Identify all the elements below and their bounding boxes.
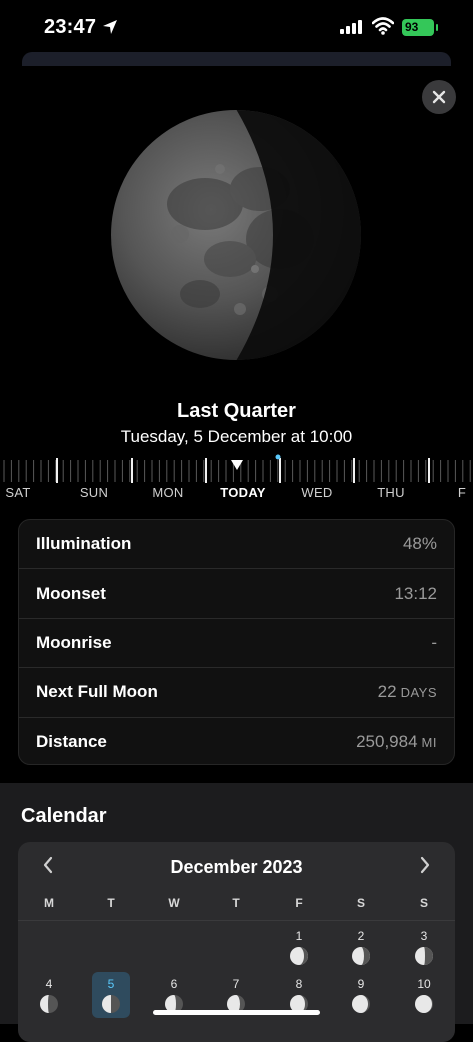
- stat-row-next-full-moon: Next Full Moon 22 DAYS: [19, 668, 454, 718]
- calendar-divider: [18, 920, 455, 921]
- status-bar: 23:47 93: [0, 0, 473, 56]
- weekday-mon: M: [44, 896, 54, 910]
- calendar-month-title: December 2023: [170, 857, 303, 877]
- stat-value: 250,984: [356, 732, 418, 752]
- timeline-current-marker-icon: [231, 460, 243, 470]
- stat-label: Moonset: [36, 583, 106, 603]
- stat-unit: MI: [421, 735, 437, 751]
- weekday-tue: T: [107, 896, 115, 910]
- stat-label: Distance: [36, 732, 107, 752]
- day-timeline-scrubber[interactable]: SAT SUN MON TODAY WED THU F: [0, 454, 473, 504]
- location-arrow-icon: [103, 20, 117, 34]
- day-number: 2: [357, 929, 365, 943]
- stat-row-illumination: Illumination 48%: [19, 520, 454, 570]
- stat-label: Illumination: [36, 534, 132, 554]
- weekday-thu: T: [232, 896, 240, 910]
- day-number: 4: [45, 977, 53, 991]
- moon-phase-icon: [102, 995, 120, 1013]
- stat-value: 48%: [402, 534, 437, 554]
- moon-image: [111, 110, 361, 360]
- battery-cap: [436, 24, 438, 31]
- calendar-day-4[interactable]: 4: [30, 972, 68, 1018]
- stat-label: Next Full Moon: [36, 682, 158, 702]
- battery-icon: 93: [402, 19, 434, 36]
- battery-level: 93: [405, 20, 419, 34]
- day-number: 5: [107, 977, 115, 991]
- stat-value: 13:12: [394, 583, 437, 603]
- stat-row-distance: Distance 250,984 MI: [19, 718, 454, 767]
- day-number: 9: [357, 977, 365, 991]
- background-card-edge: [22, 52, 451, 66]
- calendar-day-5-selected[interactable]: 5: [92, 972, 130, 1018]
- moon-phase-icon: [352, 947, 370, 965]
- wifi-icon: [372, 17, 394, 35]
- calendar-day-9[interactable]: 9: [342, 972, 380, 1018]
- stat-value: -: [431, 632, 437, 652]
- moon-phase-icon: [40, 995, 58, 1013]
- calendar-day-3[interactable]: 3: [405, 924, 443, 970]
- timeline-day-thu[interactable]: THU: [377, 485, 405, 500]
- calendar-day-2[interactable]: 2: [342, 924, 380, 970]
- stat-value: 22: [377, 682, 397, 702]
- timeline-day-today[interactable]: TODAY: [220, 485, 266, 500]
- calendar-heading: Calendar: [21, 805, 107, 827]
- close-icon: [432, 90, 446, 104]
- previous-month-chevron-icon[interactable]: [42, 855, 54, 875]
- day-number: 6: [170, 977, 178, 991]
- day-number: 1: [295, 929, 303, 943]
- close-button[interactable]: [422, 80, 456, 114]
- weekday-wed: W: [168, 896, 180, 910]
- next-month-chevron-icon[interactable]: [419, 855, 431, 875]
- weekday-fri: F: [295, 896, 303, 910]
- stat-unit: DAYS: [400, 685, 437, 701]
- day-number: 8: [295, 977, 303, 991]
- timeline-day-fri[interactable]: F: [458, 485, 466, 500]
- weekday-sun: S: [419, 896, 429, 910]
- stat-label: Moonrise: [36, 632, 112, 652]
- timeline-day-mon[interactable]: MON: [152, 485, 183, 500]
- day-number: 7: [232, 977, 240, 991]
- phase-name: Last Quarter: [177, 400, 296, 422]
- timeline-day-sat[interactable]: SAT: [5, 485, 30, 500]
- moon-phase-icon: [290, 947, 308, 965]
- calendar-day-1[interactable]: 1: [280, 924, 318, 970]
- calendar-section: Calendar December 2023 M T W T F S S 1 2…: [0, 783, 473, 1042]
- timeline-day-sun[interactable]: SUN: [80, 485, 108, 500]
- timeline-event-dot-icon: [275, 454, 281, 460]
- stat-row-moonset: Moonset 13:12: [19, 569, 454, 619]
- status-time: 23:47: [44, 16, 97, 38]
- phase-date-time: Tuesday, 5 December at 10:00: [120, 427, 353, 446]
- moon-stats-card: Illumination 48% Moonset 13:12 Moonrise …: [18, 519, 455, 765]
- day-number: 10: [417, 977, 431, 991]
- calendar-day-10[interactable]: 10: [405, 972, 443, 1018]
- moon-phase-icon: [415, 995, 433, 1013]
- cellular-signal-icon: [340, 20, 362, 34]
- moon-phase-icon: [415, 947, 433, 965]
- day-number: 3: [420, 929, 428, 943]
- home-indicator[interactable]: [153, 1010, 320, 1015]
- weekday-sat: S: [356, 896, 366, 910]
- stat-row-moonrise: Moonrise -: [19, 619, 454, 669]
- moon-phase-icon: [352, 995, 370, 1013]
- timeline-day-wed[interactable]: WED: [301, 485, 332, 500]
